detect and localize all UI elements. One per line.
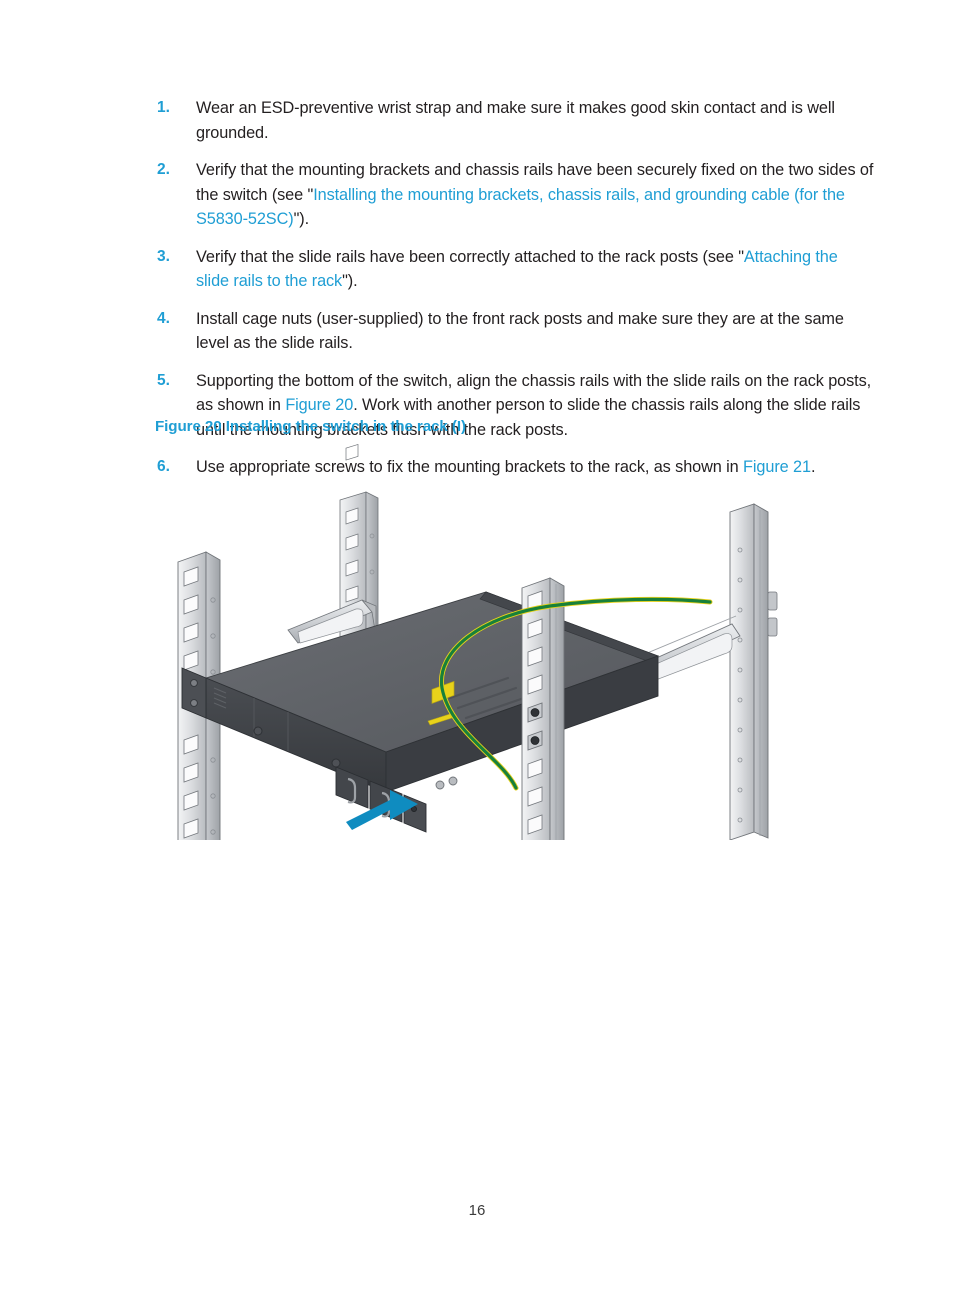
list-item-number: 2. [157,161,170,178]
front-right-rack-post [521,577,565,840]
switch-chassis [204,591,660,833]
list-item-number: 3. [157,247,170,265]
list-item-text: Verify that the slide rails have been co… [196,245,874,294]
rear-right-rack-post [729,503,778,840]
text-segment: Verify that the slide rails have been co… [196,247,744,266]
text-segment: . [810,458,816,476]
list-item-text: Verify that the mounting brackets and ch… [196,158,874,232]
page-number: 16 [468,1202,486,1219]
text-segment: "). [342,272,358,290]
list-item: 3. Verify that the slide rails have been… [152,245,874,294]
text-segment: Wear an ESD-preventive wrist strap and m… [196,99,835,142]
figure-caption: Figure 20 Installing the switch in the r… [155,418,466,435]
text-segment: "). [293,210,310,228]
list-item-number: 4. [157,309,170,327]
text-segment: Install cage nuts (user-supplied) to the… [196,309,844,353]
rack-installation-diagram [150,440,810,840]
list-item: 1. Wear an ESD-preventive wrist strap an… [152,96,874,145]
document-page: 1. Wear an ESD-preventive wrist strap an… [0,0,954,1296]
list-item-text: Install cage nuts (user-supplied) to the… [196,307,874,356]
list-item-number: 5. [157,371,170,389]
list-item: 2. Verify that the mounting brackets and… [152,158,874,232]
list-item: 4. Install cage nuts (user-supplied) to … [152,307,874,356]
list-item-number: 1. [157,99,170,116]
list-item-text: Wear an ESD-preventive wrist strap and m… [196,96,874,145]
cross-reference-link[interactable]: Figure 20 [285,396,353,414]
